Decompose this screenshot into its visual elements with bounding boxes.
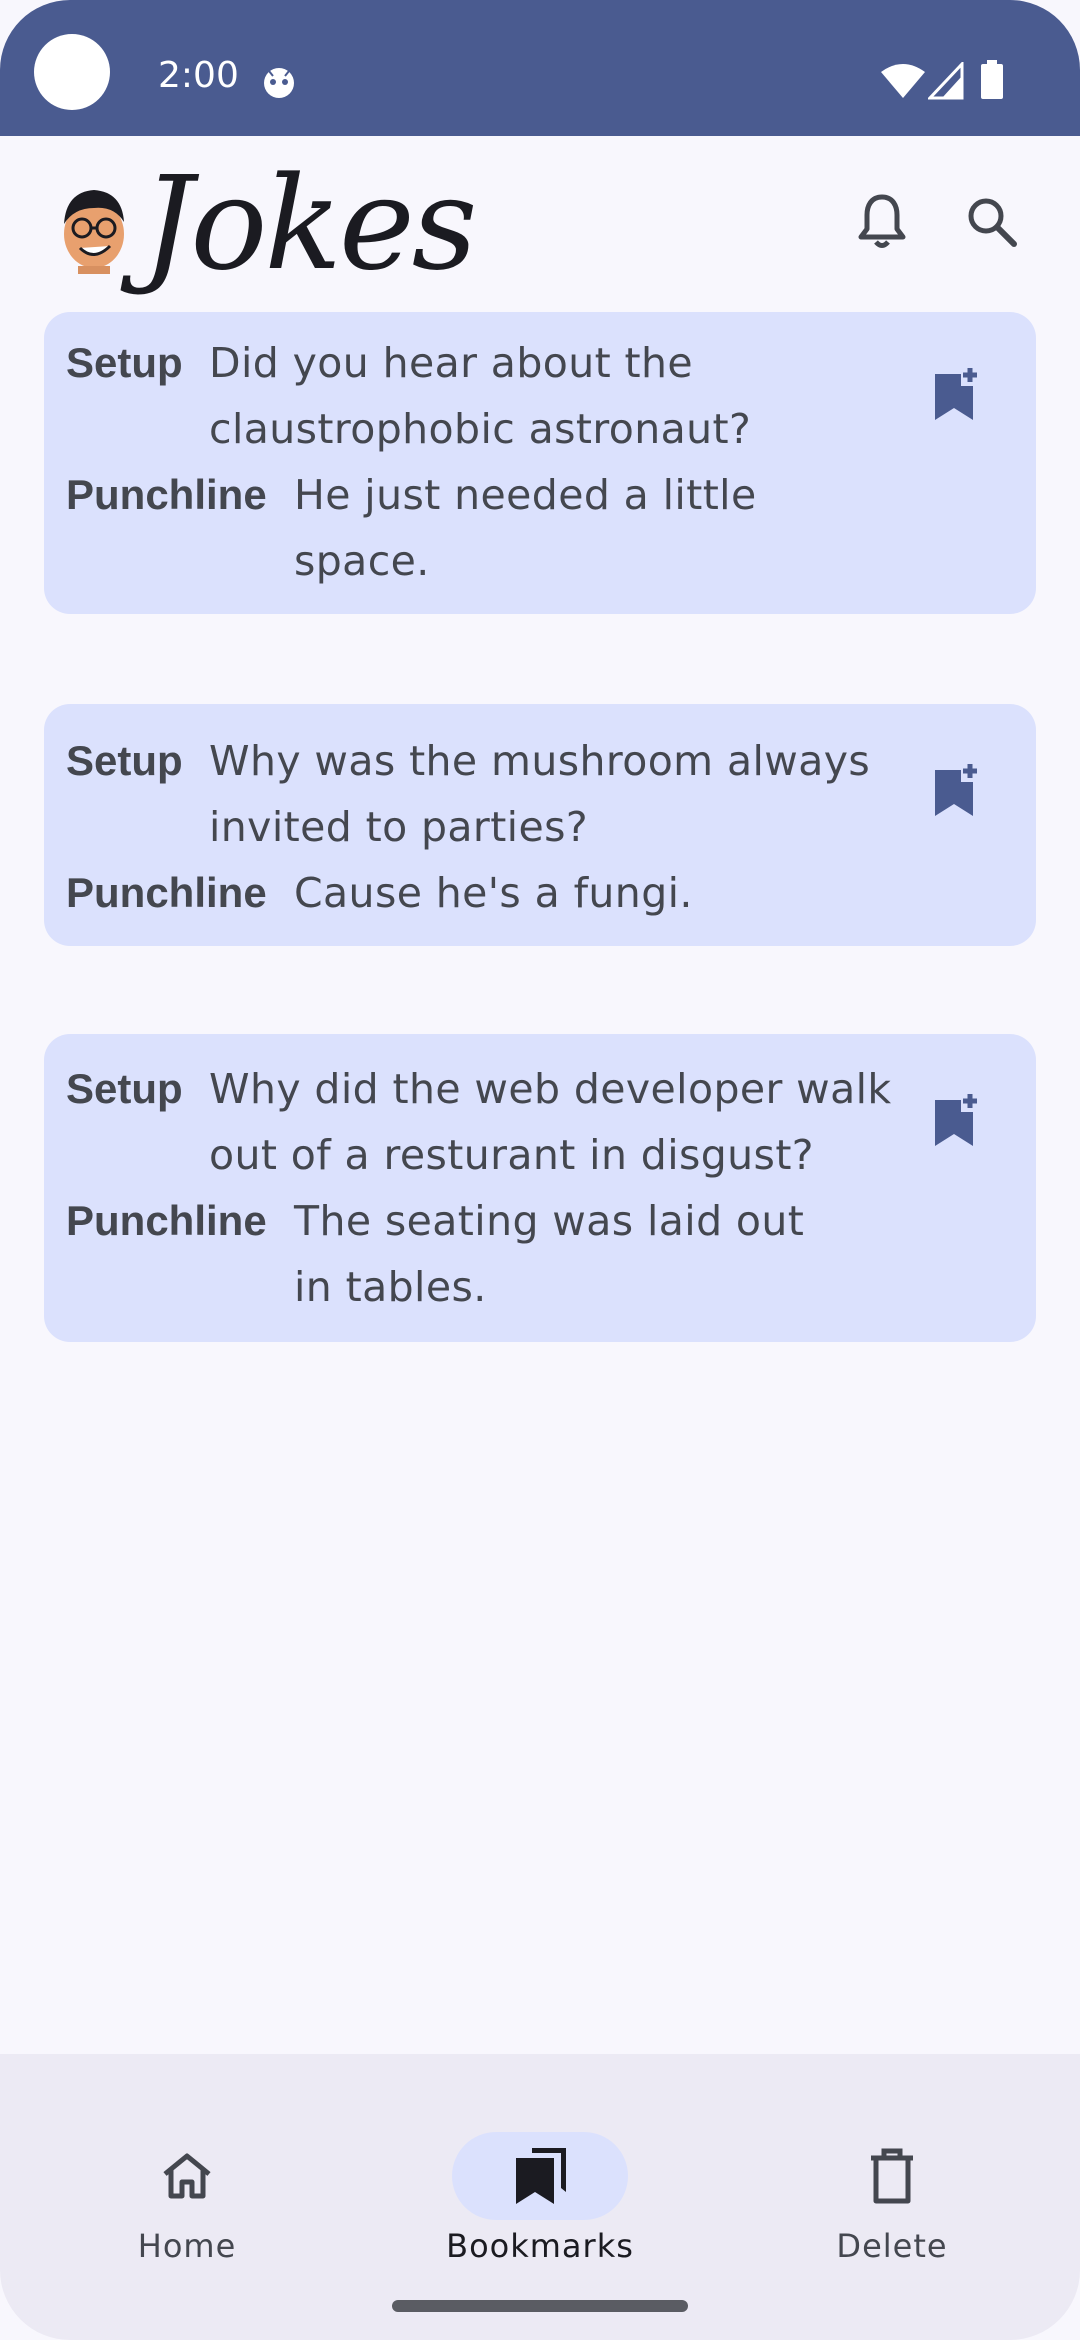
nav-label-home: Home: [137, 2227, 237, 2265]
bookmarks-icon: [510, 2146, 570, 2206]
nav-item-home[interactable]: Home: [47, 2094, 327, 2265]
punchline-row: Punchline The seating was laid out in ta…: [66, 1188, 854, 1320]
punchline-label: Punchline: [66, 471, 267, 518]
joke-card: Setup Why did the web developer walk out…: [44, 1034, 1036, 1342]
punchline-label: Punchline: [66, 1197, 267, 1244]
battery-icon: [980, 60, 1004, 104]
setup-text: Why was the mushroom always invited to p…: [209, 737, 871, 851]
camera-cutout: [34, 34, 110, 110]
bottom-navigation: Home Bookmarks Delete: [0, 2054, 1080, 2340]
setup-row: Setup Why did the web developer walk out…: [66, 1056, 899, 1188]
app-header: Jokes: [0, 136, 1080, 310]
bookmark-add-icon: [931, 762, 981, 822]
gesture-handle[interactable]: [392, 2300, 688, 2312]
punchline-text: Cause he's a fungi.: [294, 869, 693, 917]
signal-icon: [926, 60, 964, 104]
face-status-icon: [262, 66, 296, 104]
joke-card: Setup Why was the mushroom always invite…: [44, 704, 1036, 946]
notifications-button[interactable]: [846, 187, 918, 259]
punchline-row: Punchline Cause he's a fungi.: [66, 860, 854, 926]
setup-row: Setup Did you hear about the claustropho…: [66, 330, 899, 462]
nav-item-delete[interactable]: Delete: [752, 2094, 1032, 2265]
status-time: 2:00: [158, 55, 239, 96]
setup-text: Why did the web developer walk out of a …: [209, 1065, 892, 1179]
setup-label: Setup: [66, 339, 183, 386]
add-bookmark-button[interactable]: [926, 758, 986, 826]
punchline-row: Punchline He just needed a little space.: [66, 462, 854, 594]
setup-label: Setup: [66, 737, 183, 784]
cartoon-face-logo: [58, 178, 130, 274]
bookmark-add-icon: [931, 366, 981, 426]
add-bookmark-button[interactable]: [926, 362, 986, 430]
nav-item-bookmarks[interactable]: Bookmarks: [400, 2094, 680, 2265]
nav-label-delete: Delete: [836, 2227, 948, 2265]
search-button[interactable]: [955, 187, 1027, 259]
app-title: Jokes: [142, 150, 477, 299]
setup-text: Did you hear about the claustrophobic as…: [209, 339, 752, 453]
home-icon: [157, 2146, 217, 2206]
setup-row: Setup Why was the mushroom always invite…: [66, 728, 899, 860]
nav-label-bookmarks: Bookmarks: [446, 2227, 634, 2265]
trash-icon: [862, 2146, 922, 2206]
setup-label: Setup: [66, 1065, 183, 1112]
punchline-text: The seating was laid out in tables.: [294, 1197, 805, 1311]
punchline-label: Punchline: [66, 869, 267, 916]
bell-icon: [857, 193, 907, 253]
bookmark-add-icon: [931, 1092, 981, 1152]
search-icon: [965, 195, 1017, 251]
punchline-text: He just needed a little space.: [294, 471, 757, 585]
status-bar: 2:00: [0, 0, 1080, 136]
joke-card: Setup Did you hear about the claustropho…: [44, 312, 1036, 614]
add-bookmark-button[interactable]: [926, 1088, 986, 1156]
wifi-icon: [880, 62, 926, 104]
